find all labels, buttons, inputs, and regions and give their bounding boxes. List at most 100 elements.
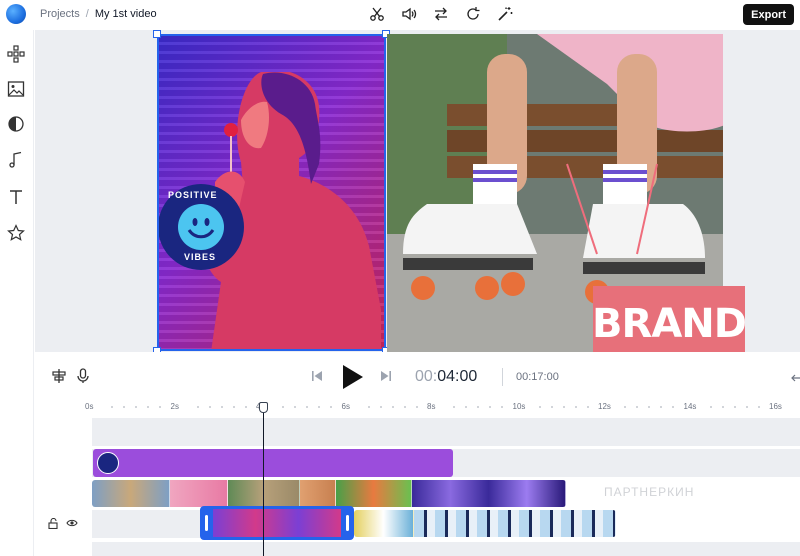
ruler-tick-dot xyxy=(562,406,565,408)
star-icon[interactable] xyxy=(6,223,26,243)
current-time: 00:04:00 xyxy=(415,368,477,386)
ruler-tick-dot xyxy=(660,406,662,408)
breadcrumb: Projects / My 1st video xyxy=(40,8,157,20)
ruler-tick-dot xyxy=(330,406,332,408)
scissors-icon[interactable] xyxy=(368,5,386,23)
ruler-tick-label: 12s xyxy=(598,402,611,411)
clip-thumbnail[interactable] xyxy=(170,480,228,507)
brand-text: BRAND xyxy=(592,301,747,347)
empty-track[interactable] xyxy=(92,418,800,446)
ruler-tick-dot xyxy=(135,406,137,408)
clip-thumbnail[interactable] xyxy=(414,510,616,537)
sticker-clip[interactable] xyxy=(93,449,453,477)
ruler-tick-label: 0s xyxy=(85,402,94,411)
app-logo[interactable] xyxy=(6,4,26,24)
clip-thumbnail[interactable] xyxy=(300,480,336,507)
playhead-handle[interactable] xyxy=(259,402,268,413)
microphone-icon[interactable] xyxy=(75,368,91,384)
clip-thumbnail[interactable] xyxy=(412,480,566,507)
ruler-tick-dot xyxy=(415,406,418,408)
smiley-icon xyxy=(178,204,224,250)
ruler-tick-dot xyxy=(757,406,760,408)
ruler-tick-dot xyxy=(111,406,113,408)
magic-wand-icon[interactable] xyxy=(496,5,514,23)
breadcrumb-projects-link[interactable]: Projects xyxy=(40,8,80,20)
ruler-tick-dot xyxy=(367,406,370,408)
ruler-tick-label: 16s xyxy=(769,402,782,411)
ruler-tick-dot xyxy=(196,406,199,408)
unlock-icon[interactable] xyxy=(47,517,59,529)
skip-back-icon[interactable] xyxy=(309,368,325,384)
ruler-tick-label: 6s xyxy=(341,402,350,411)
filters-icon[interactable] xyxy=(6,114,26,134)
selected-clip[interactable] xyxy=(200,506,354,540)
export-button[interactable]: Export xyxy=(743,4,794,25)
main-track-left[interactable] xyxy=(92,510,200,538)
ruler-tick-dot xyxy=(550,406,553,408)
breadcrumb-separator: / xyxy=(85,8,89,20)
ruler-tick-dot xyxy=(501,406,503,408)
eye-icon[interactable] xyxy=(66,517,78,529)
video-track-upper[interactable] xyxy=(92,480,566,507)
ruler-tick-dot xyxy=(232,406,235,408)
ruler-tick-dot xyxy=(538,406,541,408)
left-video-clip[interactable]: POSITIVE VIBES xyxy=(157,34,386,351)
volume-icon[interactable] xyxy=(400,5,418,23)
left-sidebar xyxy=(0,30,34,556)
sticker-clip-thumbnail xyxy=(97,452,119,474)
clip-thumbnail[interactable] xyxy=(354,510,414,537)
media-icon[interactable] xyxy=(6,79,26,99)
rotate-icon[interactable] xyxy=(464,5,482,23)
edit-toolbar xyxy=(368,5,514,23)
total-duration: 00:17:00 xyxy=(516,371,559,383)
time-ruler[interactable]: 0s2s4s6s8s10s12s14s16s xyxy=(85,400,800,414)
ruler-tick-dot xyxy=(147,406,149,408)
brand-overlay[interactable]: BRAND xyxy=(592,286,747,362)
swap-icon[interactable] xyxy=(432,5,450,23)
watermark-text: ПАРТНЕРКИН xyxy=(604,485,695,499)
audio-track[interactable] xyxy=(92,542,800,556)
time-divider xyxy=(502,368,503,386)
play-button[interactable] xyxy=(340,364,364,390)
text-icon[interactable] xyxy=(6,187,26,207)
elements-icon[interactable] xyxy=(6,44,26,64)
sticker-text-top: POSITIVE xyxy=(168,190,218,200)
skip-forward-icon[interactable] xyxy=(378,368,394,384)
ruler-tick-dot xyxy=(294,406,296,408)
ruler-tick-dot xyxy=(745,406,748,408)
ruler-tick-dot xyxy=(477,406,479,408)
clip-thumbnail[interactable] xyxy=(336,480,412,507)
split-tracks-icon[interactable] xyxy=(51,368,67,384)
ruler-tick-dot xyxy=(721,406,724,408)
trim-handle-right[interactable] xyxy=(346,515,349,531)
playback-controls: 00:04:00 00:17:00 xyxy=(35,352,800,398)
clip-thumbnail[interactable] xyxy=(92,480,170,507)
current-time-main: 04:00 xyxy=(437,368,478,385)
ruler-tick-dot xyxy=(220,406,223,408)
ruler-tick-dot xyxy=(453,406,455,408)
resize-handle-top-left[interactable] xyxy=(153,30,161,38)
clip-thumbnail[interactable] xyxy=(228,480,300,507)
ruler-tick-label: 10s xyxy=(512,402,526,411)
positive-vibes-sticker[interactable]: POSITIVE VIBES xyxy=(158,184,244,270)
project-title[interactable]: My 1st video xyxy=(95,8,157,20)
ruler-tick-dot xyxy=(159,406,161,408)
collapse-arrow-icon[interactable] xyxy=(788,370,800,386)
ruler-tick-dot xyxy=(672,406,674,408)
ruler-tick-dot xyxy=(403,406,406,408)
ruler-tick-label: 8s xyxy=(427,402,436,411)
ruler-tick-dot xyxy=(624,406,626,408)
trim-handle-left[interactable] xyxy=(205,515,208,531)
selected-clip-frames xyxy=(213,509,341,537)
video-track-lower[interactable] xyxy=(354,510,616,537)
ruler-tick-dot xyxy=(379,406,382,408)
music-icon[interactable] xyxy=(6,150,26,170)
timeline[interactable]: 0s2s4s6s8s10s12s14s16s xyxy=(35,398,800,556)
ruler-tick-dot xyxy=(318,406,320,408)
ruler-tick-label: 14s xyxy=(683,402,697,411)
ruler-tick-dot xyxy=(391,406,394,408)
ruler-tick-dot xyxy=(733,406,736,408)
ruler-tick-dot xyxy=(208,406,211,408)
ruler-tick-dot xyxy=(586,406,589,408)
video-editor: Projects / My 1st video Export POSITIVE … xyxy=(0,0,800,556)
